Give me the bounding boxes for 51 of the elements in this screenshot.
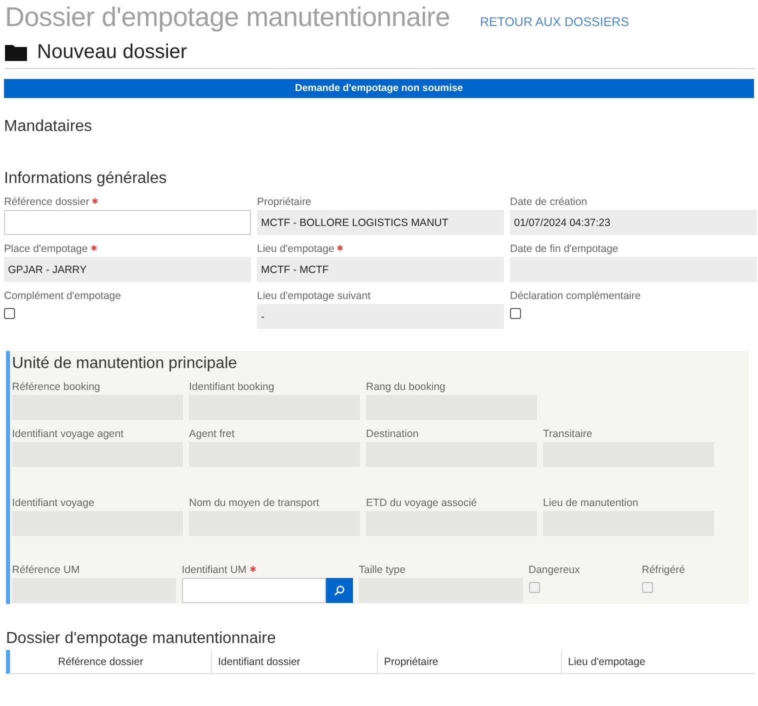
field-label: Date de création (510, 196, 588, 208)
section-heading: Unité de manutention principale (12, 355, 238, 373)
column-header[interactable]: Référence dossier (10, 650, 212, 673)
field-label: Propriétaire (257, 196, 312, 208)
text-field[interactable]: - (257, 304, 504, 329)
field-label: Place d'empotage (4, 243, 88, 255)
field-label: Référence booking (12, 381, 100, 393)
input-field[interactable] (182, 578, 326, 603)
field-label: Identifiant voyage (12, 497, 94, 509)
checkbox[interactable] (510, 308, 521, 319)
field-label: Identifiant voyage agent (12, 428, 124, 440)
field-label: Complément d'empotage (4, 290, 121, 302)
text-field[interactable]: 01/07/2024 04:37:23 (510, 210, 757, 235)
section-title: Nouveau dossier (37, 41, 188, 64)
field-label: Rang du booking (366, 381, 446, 393)
field-label: Réfrigéré (642, 564, 685, 576)
column-header[interactable]: Propriétaire (378, 650, 562, 673)
text-field[interactable]: GPJAR - JARRY (4, 257, 251, 282)
section-heading: Mandataires (4, 118, 92, 136)
field-label: Dangereux (528, 564, 580, 576)
column-header[interactable]: Identifiant dossier (212, 650, 378, 673)
field-label: Nom du moyen de transport (189, 497, 320, 509)
field-label: Date de fin d'empotage (510, 243, 618, 255)
field-label: Agent fret (189, 428, 235, 440)
field-label: Référence dossier (4, 196, 90, 208)
text-field[interactable]: MCTF - MCTF (257, 257, 504, 282)
field-label: Lieu d'empotage suivant (257, 290, 371, 302)
field-label: Transitaire (543, 428, 592, 440)
field-label: Identifiant booking (189, 381, 274, 393)
page-title: Dossier d'empotage manutentionnaire (5, 2, 450, 33)
field-label: Lieu d'empotage (257, 243, 334, 255)
search-button[interactable] (326, 578, 353, 603)
field-label: Référence UM (12, 564, 80, 576)
search-icon (334, 585, 345, 596)
status-banner: Demande d'empotage non soumise (4, 79, 754, 98)
section-heading: Informations générales (4, 170, 167, 188)
field-label: Identifiant UM (182, 564, 247, 576)
field-label: Taille type (358, 564, 406, 576)
checkbox[interactable] (4, 308, 15, 319)
field-label: Déclaration complémentaire (510, 290, 641, 302)
field-label: ETD du voyage associé (366, 497, 477, 509)
field-label: Destination (366, 428, 419, 440)
text-field[interactable] (12, 578, 176, 603)
folder-icon (5, 44, 27, 61)
text-field[interactable]: MCTF - BOLLORE LOGISTICS MANUT (257, 210, 504, 235)
section-heading: Dossier d'empotage manutentionnaire (6, 630, 276, 648)
field-label: Lieu de manutention (543, 497, 638, 509)
text-field[interactable] (4, 210, 251, 235)
text-field[interactable] (358, 578, 522, 603)
column-header[interactable]: Lieu d'empotage (562, 650, 755, 673)
back-link[interactable]: RETOUR AUX DOSSIERS (480, 15, 630, 29)
